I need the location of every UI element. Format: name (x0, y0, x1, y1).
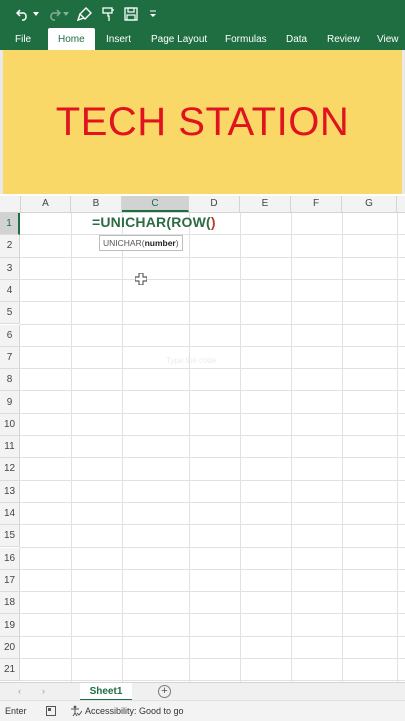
tab-page-layout[interactable]: Page Layout (151, 28, 207, 50)
title-banner: TECH STATION (3, 50, 402, 194)
row-header-4[interactable]: 4 (0, 279, 20, 303)
redo-dropdown-icon[interactable] (62, 4, 70, 24)
tab-data[interactable]: Data (286, 28, 307, 50)
tooltip-argument: number (144, 238, 176, 248)
row-header-11[interactable]: 11 (0, 436, 20, 459)
add-sheet-button[interactable]: + (158, 685, 171, 698)
grid-line (20, 501, 405, 503)
watermark-text: Type the code (166, 356, 217, 365)
cell-grid[interactable]: 1 2 3 4 5 6 7 8 9 10 11 12 13 14 15 16 17 18 19 20 21 (0, 213, 405, 682)
redo-icon[interactable] (46, 4, 62, 24)
row-header-7[interactable]: 7 (0, 346, 20, 370)
quick-access-toolbar (0, 0, 405, 28)
undo-dropdown-icon[interactable] (32, 4, 40, 24)
grid-line (291, 213, 292, 682)
row-header-2[interactable]: 2 (0, 235, 20, 258)
undo-icon[interactable] (15, 4, 31, 24)
grid-line (20, 412, 405, 414)
sheet-tab-sheet1[interactable]: Sheet1 (80, 683, 132, 701)
column-header-b[interactable]: B (71, 196, 122, 212)
row-header-21[interactable]: 21 (0, 659, 20, 682)
tab-view[interactable]: View (377, 28, 399, 50)
grid-line (20, 345, 405, 347)
tooltip-function: UNICHAR( (103, 238, 145, 248)
row-header-17[interactable]: 17 (0, 569, 20, 593)
sheet-next-arrow-icon[interactable]: › (42, 686, 45, 696)
column-header-a[interactable]: A (21, 196, 71, 212)
banner-title: TECH STATION (55, 99, 350, 144)
grid-line (20, 479, 405, 481)
grid-line (20, 301, 405, 303)
grid-line (122, 213, 123, 682)
row-header-9[interactable]: 9 (0, 391, 20, 414)
row-header-15[interactable]: 15 (0, 525, 20, 548)
format-painter-icon-2[interactable] (100, 4, 118, 24)
tab-review[interactable]: Review (327, 28, 360, 50)
column-header-d[interactable]: D (189, 196, 240, 212)
column-header-f[interactable]: F (291, 196, 342, 212)
select-all-corner[interactable] (0, 196, 21, 212)
row-header-10[interactable]: 10 (0, 413, 20, 436)
cell-formula-text[interactable]: =UNICHAR(ROW() (92, 214, 216, 230)
macro-record-icon[interactable] (46, 706, 56, 718)
status-bar: Enter Accessibility: Good to go (0, 700, 405, 721)
accessibility-status[interactable]: Accessibility: Good to go (85, 706, 184, 716)
status-mode: Enter (5, 706, 27, 716)
grid-line (20, 658, 405, 659)
column-header-e[interactable]: E (240, 196, 291, 212)
row-header-13[interactable]: 13 (0, 480, 20, 503)
row-header-5[interactable]: 5 (0, 302, 20, 325)
column-header-g[interactable]: G (342, 196, 397, 212)
formula-paren: ) (210, 214, 216, 230)
grid-line (20, 591, 405, 593)
row-header-12[interactable]: 12 (0, 458, 20, 481)
format-painter-icon[interactable] (76, 4, 94, 24)
customize-qat-icon[interactable] (148, 4, 158, 24)
grid-line (20, 613, 405, 615)
row-header-1[interactable]: 1 (0, 213, 20, 236)
tab-home[interactable]: Home (48, 28, 95, 50)
column-headers: A B C D E F G (0, 196, 405, 213)
column-header-c[interactable]: C (122, 196, 189, 212)
row-header-14[interactable]: 14 (0, 502, 20, 526)
row-header-18[interactable]: 18 (0, 592, 20, 615)
sheet-prev-arrow-icon[interactable]: ‹ (18, 686, 21, 696)
tab-insert[interactable]: Insert (106, 28, 131, 50)
row-header-8[interactable]: 8 (0, 369, 20, 392)
row-header-6[interactable]: 6 (0, 324, 20, 347)
tab-file[interactable]: File (15, 28, 31, 50)
row-header-3[interactable]: 3 (0, 257, 20, 280)
grid-line (20, 368, 405, 370)
grid-line (20, 568, 405, 570)
function-tooltip[interactable]: UNICHAR(number) (99, 235, 183, 251)
sheet-tab-bar: ‹ › Sheet1 + (0, 682, 405, 701)
grid-line (240, 213, 241, 682)
grid-line (20, 256, 405, 258)
accessibility-icon[interactable] (70, 705, 83, 719)
save-icon[interactable] (123, 4, 139, 24)
grid-line (189, 213, 190, 682)
tooltip-close: ) (175, 238, 179, 248)
grid-line (20, 278, 405, 280)
grid-line (20, 390, 405, 392)
cell-pointer-cursor-icon (134, 272, 148, 290)
grid-line (20, 323, 405, 325)
grid-line (20, 457, 405, 459)
formula-main: =UNICHAR(ROW( (92, 214, 211, 230)
grid-line (342, 213, 343, 682)
grid-line (20, 635, 405, 637)
grid-line (20, 234, 405, 236)
row-header-19[interactable]: 19 (0, 614, 20, 637)
grid-line (71, 213, 72, 682)
ribbon-tabs: File Home Insert Page Layout Formulas Da… (0, 28, 405, 50)
grid-line (20, 546, 405, 548)
tab-formulas[interactable]: Formulas (225, 28, 267, 50)
grid-line (397, 213, 398, 682)
grid-line (20, 524, 405, 526)
row-header-16[interactable]: 16 (0, 547, 20, 570)
grid-line (20, 435, 405, 436)
row-header-20[interactable]: 20 (0, 636, 20, 659)
